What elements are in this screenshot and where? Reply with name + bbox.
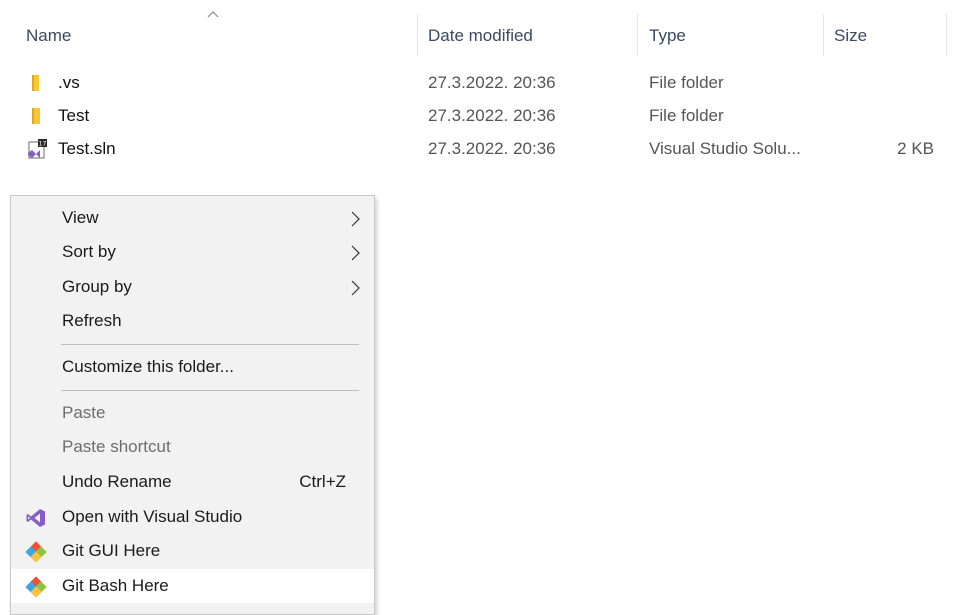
column-divider[interactable] bbox=[946, 14, 947, 56]
file-date: 27.3.2022. 20:36 bbox=[428, 73, 556, 92]
menu-item-sort-by[interactable]: Sort by bbox=[11, 235, 374, 269]
file-date: 27.3.2022. 20:36 bbox=[428, 139, 556, 158]
svg-text:17: 17 bbox=[39, 141, 47, 148]
menu-item-label: Git Bash Here bbox=[62, 576, 169, 595]
menu-item-label: Open with Visual Studio bbox=[62, 507, 243, 526]
file-name: Test bbox=[58, 106, 90, 125]
git-bash-icon bbox=[25, 576, 47, 598]
menu-separator bbox=[61, 390, 359, 391]
menu-item-view[interactable]: View bbox=[11, 201, 374, 235]
file-row-test[interactable]: Test 27.3.2022. 20:36 File folder bbox=[16, 100, 946, 132]
chevron-right-icon bbox=[351, 245, 360, 261]
file-row-test-sln[interactable]: 17 Test.sln 27.3.2022. 20:36 Visual Stud… bbox=[16, 133, 946, 165]
folder-icon bbox=[32, 108, 40, 124]
menu-item-label: Paste shortcut bbox=[62, 437, 171, 456]
chevron-right-icon bbox=[351, 280, 360, 296]
file-explorer: Name Date modified Type Size .vs 27.3.20… bbox=[0, 0, 979, 615]
menu-item-label: Git GUI Here bbox=[62, 541, 161, 560]
menu-item-undo-rename[interactable]: Undo Rename Ctrl+Z bbox=[11, 465, 374, 499]
menu-item-open-with-visual-studio[interactable]: Open with Visual Studio bbox=[11, 500, 374, 534]
file-type: File folder bbox=[649, 106, 724, 125]
folder-icon bbox=[32, 75, 39, 91]
column-name[interactable]: Name bbox=[16, 14, 416, 58]
visual-studio-solution-icon: 17 bbox=[28, 139, 47, 159]
file-row-vs[interactable]: .vs 27.3.2022. 20:36 File folder bbox=[16, 67, 946, 99]
menu-item-label: Paste bbox=[62, 403, 106, 422]
file-size: 2 KB bbox=[897, 139, 934, 158]
visual-studio-icon bbox=[26, 509, 45, 527]
menu-item-paste-shortcut[interactable]: Paste shortcut bbox=[11, 430, 374, 464]
git-gui-icon bbox=[25, 541, 47, 563]
file-date: 27.3.2022. 20:36 bbox=[428, 106, 556, 125]
menu-item-label: View bbox=[62, 208, 99, 227]
menu-item-paste[interactable]: Paste bbox=[11, 396, 374, 430]
column-size[interactable]: Size bbox=[824, 14, 946, 58]
menu-item-group-by[interactable]: Group by bbox=[11, 270, 374, 304]
menu-item-refresh[interactable]: Refresh bbox=[11, 304, 374, 338]
menu-item-label: Customize this folder... bbox=[62, 357, 234, 376]
context-menu: View Sort by Group by Refresh Customize … bbox=[10, 195, 375, 615]
menu-item-label: Sort by bbox=[62, 242, 116, 261]
chevron-right-icon bbox=[351, 211, 360, 227]
column-type[interactable]: Type bbox=[639, 14, 824, 58]
file-type: Visual Studio Solu... bbox=[649, 139, 801, 158]
menu-item-git-bash-here[interactable]: Git Bash Here bbox=[11, 569, 374, 603]
menu-item-git-gui-here[interactable]: Git GUI Here bbox=[11, 534, 374, 568]
menu-item-label: Refresh bbox=[62, 311, 122, 330]
file-name: .vs bbox=[58, 73, 80, 92]
file-type: File folder bbox=[649, 73, 724, 92]
menu-item-label: Undo Rename bbox=[62, 472, 172, 491]
menu-item-label: Group by bbox=[62, 277, 132, 296]
column-header: Name Date modified Type Size bbox=[0, 0, 979, 60]
menu-item-customize-folder[interactable]: Customize this folder... bbox=[11, 350, 374, 384]
menu-item-shortcut: Ctrl+Z bbox=[299, 472, 346, 491]
menu-separator bbox=[61, 344, 359, 345]
column-divider[interactable] bbox=[637, 14, 638, 56]
column-date-modified[interactable]: Date modified bbox=[418, 14, 636, 58]
file-name: Test.sln bbox=[58, 139, 116, 158]
